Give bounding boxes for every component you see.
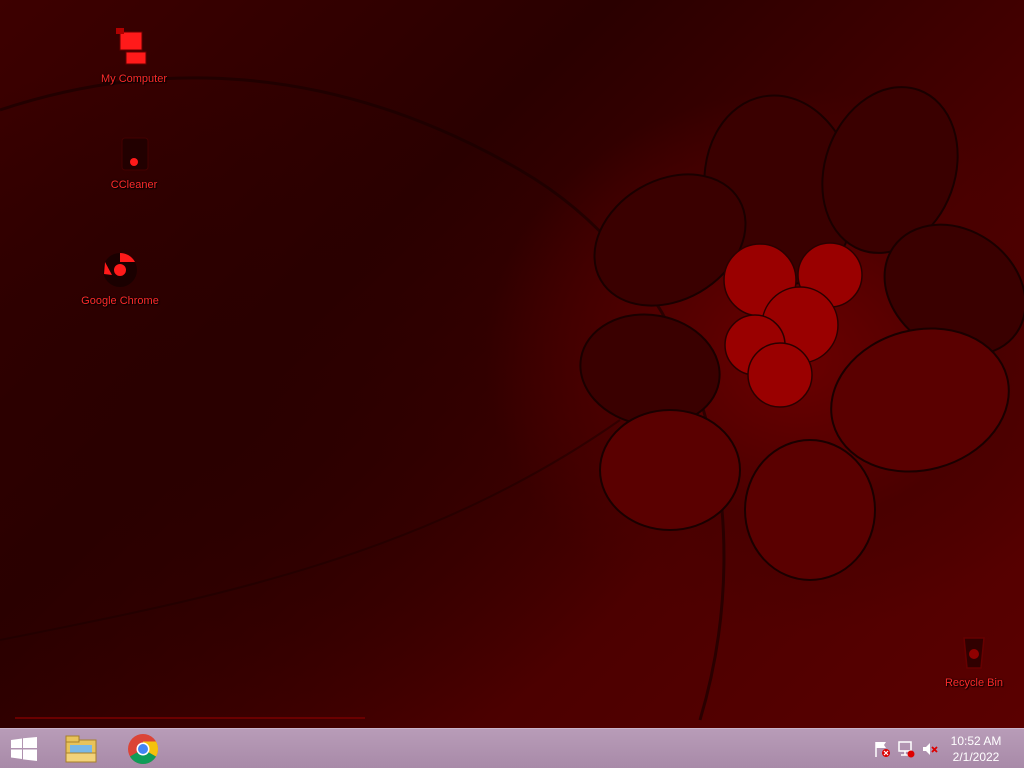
volume-muted-icon[interactable] (921, 740, 939, 758)
desktop-icon-label: Recycle Bin (944, 677, 1004, 689)
desktop-icon-label: CCleaner (110, 179, 158, 191)
chrome-icon (103, 253, 137, 287)
taskbar: 10:52 AM 2/1/2022 (0, 728, 1024, 768)
computer-icon (116, 28, 147, 65)
desktop-icon-recycle-bin[interactable]: Recycle Bin (934, 632, 1014, 690)
wallpaper-flower (579, 86, 1024, 581)
file-explorer-icon (65, 735, 97, 763)
recycle-bin-icon (963, 637, 985, 669)
windows-logo-icon (11, 737, 37, 761)
desktop[interactable]: My Computer CCleaner Google Chrome Recyc… (0, 0, 1024, 728)
taskbar-chrome-button[interactable] (119, 729, 167, 769)
desktop-icon-label: Google Chrome (81, 295, 159, 307)
clock-time: 10:52 AM (950, 734, 1002, 748)
ccleaner-icon (121, 137, 149, 171)
action-center-flag-icon[interactable] (873, 740, 891, 758)
desktop-icon-chrome[interactable]: Google Chrome (80, 250, 160, 308)
taskbar-file-explorer-button[interactable] (57, 729, 105, 769)
clock-date: 2/1/2022 (952, 750, 1000, 764)
taskbar-clock[interactable]: 10:52 AM 2/1/2022 (946, 733, 1006, 765)
desktop-icon-ccleaner[interactable]: CCleaner (94, 134, 174, 192)
start-button[interactable] (0, 729, 48, 769)
network-icon[interactable] (897, 740, 915, 758)
desktop-icon-label: My Computer (100, 73, 168, 85)
chrome-icon (128, 734, 159, 765)
desktop-icon-computer[interactable]: My Computer (94, 28, 174, 86)
